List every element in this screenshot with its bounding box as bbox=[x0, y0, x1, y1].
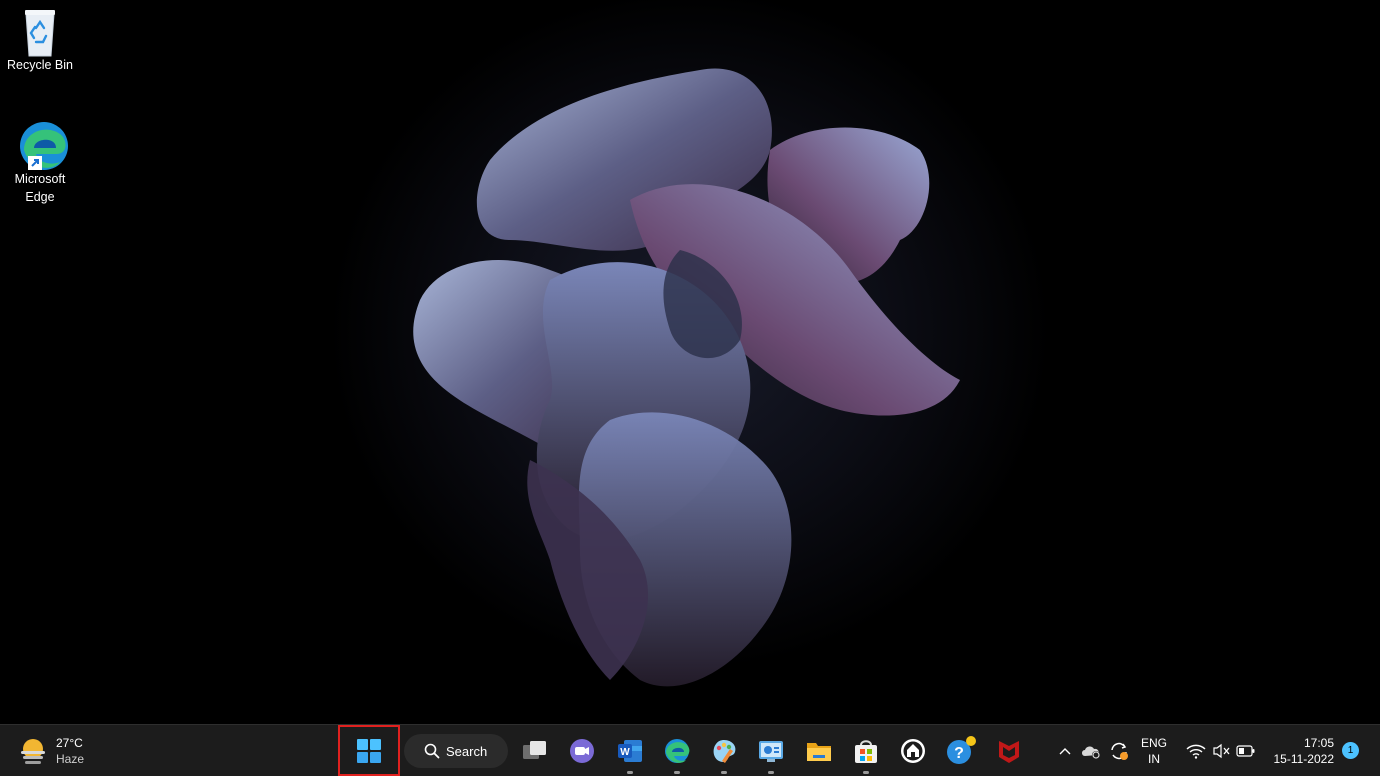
show-hidden-icons-button[interactable] bbox=[1054, 733, 1076, 769]
update-sync-icon bbox=[1111, 742, 1128, 760]
running-indicator bbox=[674, 771, 680, 774]
wallpaper-image bbox=[413, 68, 960, 687]
paint-icon bbox=[713, 740, 736, 763]
mcafee-icon bbox=[999, 741, 1019, 763]
weather-condition: Haze bbox=[56, 752, 85, 766]
battery-icon bbox=[1236, 745, 1255, 757]
quick-settings-button[interactable] bbox=[1182, 733, 1260, 769]
video-chat-icon bbox=[570, 739, 594, 763]
weather-haze-icon bbox=[21, 739, 45, 764]
taskbar-paint[interactable] bbox=[704, 733, 744, 774]
running-indicator bbox=[863, 771, 869, 774]
weather-temperature: 27°C bbox=[56, 736, 83, 750]
desktop-icon-label-line1: Microsoft bbox=[14, 172, 66, 186]
tray-onedrive[interactable] bbox=[1078, 733, 1104, 769]
clock[interactable]: 17:05 15-11-2022 bbox=[1262, 735, 1335, 767]
desktop-icon-label: Recycle Bin bbox=[7, 58, 73, 72]
notification-badge[interactable]: 1 bbox=[1342, 742, 1359, 759]
taskbar: 27°C Haze Search W ? ENG IN 17:05 15-11-… bbox=[0, 724, 1380, 776]
taskbar-mcafee[interactable] bbox=[989, 733, 1029, 769]
help-icon: ? bbox=[947, 736, 976, 764]
search-label: Search bbox=[446, 743, 488, 759]
cloud-sync-icon bbox=[1082, 746, 1100, 759]
running-indicator bbox=[627, 771, 633, 774]
house-icon bbox=[901, 739, 925, 763]
taskbar-task-view[interactable] bbox=[515, 733, 555, 769]
desktop-icon-microsoft-edge[interactable]: Microsoft Edge bbox=[0, 120, 80, 206]
language-indicator[interactable]: ENG IN bbox=[1136, 735, 1172, 767]
wifi-icon bbox=[1186, 744, 1206, 759]
taskbar-microsoft-store[interactable] bbox=[846, 733, 886, 774]
taskbar-edge[interactable] bbox=[657, 733, 697, 774]
task-view-icon bbox=[523, 741, 546, 759]
taskbar-app[interactable] bbox=[893, 733, 933, 769]
windows-start-icon bbox=[357, 738, 381, 763]
start-button[interactable] bbox=[338, 725, 400, 776]
taskbar-control-panel[interactable] bbox=[751, 733, 791, 774]
region-code: IN bbox=[1148, 752, 1160, 766]
store-icon bbox=[855, 740, 877, 763]
control-panel-icon bbox=[759, 741, 783, 762]
svg-text:W: W bbox=[620, 747, 630, 758]
desktop-icon-label-line2: Edge bbox=[25, 190, 55, 204]
desktop-icon-recycle-bin[interactable]: Recycle Bin bbox=[0, 6, 80, 74]
volume-muted-icon bbox=[1213, 743, 1230, 759]
edge-icon bbox=[665, 739, 690, 763]
taskbar-chat[interactable] bbox=[562, 733, 602, 769]
running-indicator bbox=[768, 771, 774, 774]
taskbar-get-help[interactable]: ? bbox=[941, 733, 981, 769]
taskbar-file-explorer[interactable] bbox=[799, 733, 839, 769]
language-code: ENG bbox=[1140, 736, 1167, 750]
word-icon: W bbox=[618, 740, 642, 762]
edge-icon bbox=[16, 120, 68, 170]
taskbar-search-button[interactable]: Search bbox=[404, 734, 508, 768]
svg-text:?: ? bbox=[954, 745, 964, 762]
folder-icon bbox=[807, 743, 831, 761]
clock-date: 15-11-2022 bbox=[1273, 752, 1335, 766]
search-icon bbox=[424, 743, 440, 759]
running-indicator bbox=[721, 771, 727, 774]
taskbar-word[interactable]: W bbox=[610, 733, 650, 774]
desktop: Recycle Bin Microsoft Edge bbox=[0, 0, 1380, 724]
weather-widget[interactable]: 27°C Haze bbox=[18, 733, 84, 769]
clock-time: 17:05 bbox=[1303, 736, 1334, 750]
recycle-bin-icon bbox=[16, 6, 64, 57]
tray-update[interactable] bbox=[1106, 733, 1132, 769]
chevron-up-icon bbox=[1059, 748, 1071, 755]
